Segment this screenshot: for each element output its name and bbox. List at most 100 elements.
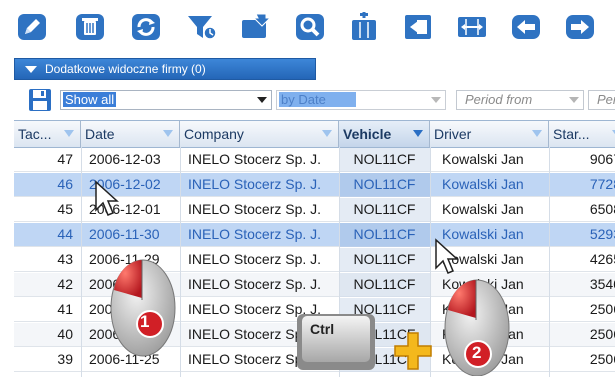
cell-company: INELO Stocerz Sp. J. bbox=[188, 151, 322, 167]
sort-select-value: by Date bbox=[279, 92, 356, 107]
column-divider bbox=[180, 147, 181, 377]
table-row[interactable]: 40 2006-11-26 INELO Stocerz Sp. J. NOL11CF K… bbox=[14, 323, 615, 347]
column-divider bbox=[549, 147, 550, 377]
cell-driver: Kowalski Jan bbox=[442, 201, 524, 217]
cell-vehicle: NOL11CF bbox=[339, 148, 430, 172]
cell-start: 9067 bbox=[589, 151, 615, 167]
collapse-triangle-icon[interactable] bbox=[25, 65, 37, 73]
cell-driver: Kowalski Jan bbox=[442, 326, 524, 342]
column-filter-icon[interactable] bbox=[322, 130, 332, 137]
col-header-driver[interactable]: Driver bbox=[430, 121, 549, 147]
cell-date: 2006-12-02 bbox=[89, 176, 161, 192]
table-row[interactable]: 43 2006-11-29 INELO Stocerz Sp. J. NOL11CF K… bbox=[14, 248, 615, 272]
table-row[interactable]: 41 2006-11-27 INELO Stocerz Sp. J. NOL11CF K… bbox=[14, 298, 615, 322]
sort-select[interactable]: by Date bbox=[276, 90, 446, 110]
cell-date: 2006-11-27 bbox=[89, 301, 160, 317]
cell-vehicle: NOL11CF bbox=[339, 323, 430, 347]
save-icon[interactable] bbox=[28, 88, 52, 112]
col-header-company[interactable]: Company bbox=[180, 121, 339, 147]
cell-driver: Kowalski Jan bbox=[442, 351, 524, 367]
cell-driver: Kowalski Jan bbox=[442, 176, 524, 192]
period-to-placeholder: Per bbox=[597, 92, 615, 107]
cell-date: 2006-11-29 bbox=[89, 251, 160, 267]
cell-driver: Kowalski Jan bbox=[442, 226, 524, 242]
cell-vehicle: NOL11CF bbox=[339, 198, 430, 222]
cell-company: INELO Stocerz Sp. J. bbox=[188, 301, 322, 317]
table-row[interactable]: 44 2006-11-30 INELO Stocerz Sp. J. NOL11CF K… bbox=[14, 223, 615, 247]
filter-row: Show all by Date Period from Per bbox=[0, 86, 615, 116]
column-divider bbox=[81, 147, 82, 377]
table-row[interactable]: 39 2006-11-25 INELO Stocerz Sp. J. NOL11CF K… bbox=[14, 348, 615, 372]
cell-tac: 41 bbox=[57, 301, 73, 317]
cell-tac: 39 bbox=[57, 351, 73, 367]
import-icon[interactable] bbox=[238, 10, 274, 44]
table-row[interactable]: 45 2006-12-01 INELO Stocerz Sp. J. NOL11CF K… bbox=[14, 198, 615, 222]
back-icon[interactable] bbox=[508, 10, 544, 44]
cell-company: INELO Stocerz Sp. J. bbox=[188, 251, 322, 267]
cell-start: 4265 bbox=[589, 251, 615, 267]
cell-tac: 42 bbox=[57, 276, 73, 292]
grid-header: Tac... Date Company Vehicle Driver Star.… bbox=[14, 121, 615, 148]
export-icon[interactable] bbox=[400, 10, 436, 44]
cell-vehicle: NOL11CF bbox=[339, 298, 430, 322]
cell-start: 2506 bbox=[589, 326, 615, 342]
cell-vehicle: NOL11CF bbox=[339, 173, 430, 197]
cell-company: INELO Stocerz Sp. J. bbox=[188, 276, 322, 292]
col-header-start[interactable]: Star... bbox=[549, 121, 615, 147]
cell-company: INELO Stocerz Sp. J. bbox=[188, 351, 322, 367]
cell-driver: Kowalski Jan bbox=[442, 276, 524, 292]
cell-vehicle: NOL11CF bbox=[339, 248, 430, 272]
cell-tac: 47 bbox=[57, 151, 73, 167]
cell-company: INELO Stocerz Sp. J. bbox=[188, 326, 322, 342]
fit-columns-icon[interactable] bbox=[454, 10, 490, 44]
chevron-down-icon[interactable] bbox=[431, 97, 441, 103]
col-header-date[interactable]: Date bbox=[81, 121, 180, 147]
column-divider bbox=[339, 147, 340, 377]
chevron-down-icon[interactable] bbox=[257, 97, 267, 103]
column-filter-icon[interactable] bbox=[64, 130, 74, 137]
cell-start: 6508 bbox=[589, 201, 615, 217]
column-filter-icon[interactable] bbox=[163, 130, 173, 137]
forward-icon[interactable] bbox=[562, 10, 598, 44]
cell-company: INELO Stocerz Sp. J. bbox=[188, 201, 322, 217]
table-row[interactable]: 42 2006-11-28 INELO Stocerz Sp. J. NOL11CF K… bbox=[14, 273, 615, 297]
view-select[interactable]: Show all bbox=[60, 90, 272, 110]
cell-date: 2006-11-30 bbox=[89, 226, 160, 242]
edit-icon[interactable] bbox=[14, 10, 50, 44]
period-from-field[interactable]: Period from bbox=[456, 90, 584, 110]
table-row[interactable]: 47 2006-12-03 INELO Stocerz Sp. J. NOL11CF K… bbox=[14, 148, 615, 172]
column-filter-icon[interactable] bbox=[413, 130, 423, 137]
cell-driver: Kowalski Jan bbox=[442, 151, 524, 167]
cell-date: 2006-11-26 bbox=[89, 326, 160, 342]
col-header-tac[interactable]: Tac... bbox=[14, 121, 81, 147]
cell-tac: 45 bbox=[57, 201, 73, 217]
chevron-down-icon[interactable] bbox=[569, 97, 579, 103]
cell-company: INELO Stocerz Sp. J. bbox=[188, 176, 322, 192]
delete-icon[interactable] bbox=[72, 10, 108, 44]
cell-start: 5293 bbox=[589, 226, 615, 242]
period-to-field[interactable]: Per bbox=[588, 90, 615, 110]
cell-vehicle: NOL11CF bbox=[339, 348, 430, 372]
cell-tac: 44 bbox=[57, 226, 73, 242]
cell-tac: 43 bbox=[57, 251, 73, 267]
cell-start: 7728 bbox=[589, 176, 615, 192]
search-icon[interactable] bbox=[292, 10, 328, 44]
column-divider bbox=[430, 147, 431, 377]
cell-driver: Kowalski Jan bbox=[442, 301, 524, 317]
additional-firms-bar[interactable]: Dodatkowe widoczne firmy (0) bbox=[14, 58, 316, 80]
additional-firms-label: Dodatkowe widoczne firmy (0) bbox=[45, 62, 206, 76]
cell-start: 3540 bbox=[589, 276, 615, 292]
cell-date: 2006-12-03 bbox=[89, 151, 161, 167]
cell-date: 2006-11-28 bbox=[89, 276, 160, 292]
period-from-placeholder: Period from bbox=[465, 92, 533, 107]
cell-date: 2006-12-01 bbox=[89, 201, 161, 217]
cell-tac: 40 bbox=[57, 326, 73, 342]
col-header-vehicle[interactable]: Vehicle bbox=[339, 121, 430, 147]
cell-start: 2506 bbox=[589, 351, 615, 367]
tachograph-grid: Tac... Date Company Vehicle Driver Star.… bbox=[14, 120, 615, 377]
add-column-icon[interactable] bbox=[346, 10, 382, 44]
column-filter-icon[interactable] bbox=[532, 130, 542, 137]
table-row[interactable]: 46 2006-12-02 INELO Stocerz Sp. J. NOL11CF K… bbox=[14, 173, 615, 197]
filter-icon[interactable] bbox=[184, 10, 220, 44]
refresh-icon[interactable] bbox=[128, 10, 164, 44]
